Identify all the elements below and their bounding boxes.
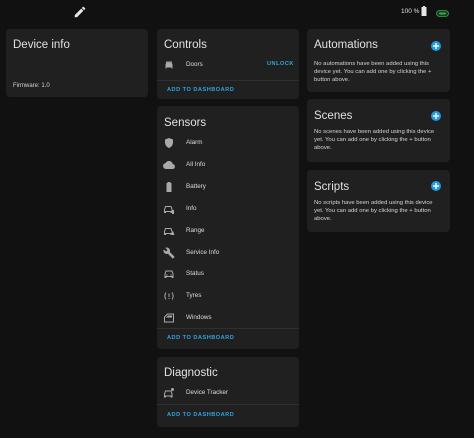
plus-icon <box>433 113 439 119</box>
scenes-empty-text: No scenes have been added using this dev… <box>314 129 435 152</box>
sensor-row-service-info[interactable]: Service Info <box>157 245 299 261</box>
controls-add-to-dashboard-button[interactable]: ADD TO DASHBOARD <box>167 87 234 93</box>
diagnostic-label-device-tracker: Device Tracker <box>186 389 228 396</box>
wrench-icon <box>163 247 175 259</box>
controls-title: Controls <box>164 39 207 51</box>
scripts-card: Scripts No scripts have been added using… <box>307 170 450 232</box>
sensor-row-range[interactable]: Range <box>157 223 299 239</box>
sensors-card: Sensors Alarm All Info Battery Info Rang… <box>157 106 299 349</box>
battery-full-icon <box>421 6 427 16</box>
device-info-title: Device info <box>13 39 70 51</box>
sensors-add-to-dashboard-button[interactable]: ADD TO DASHBOARD <box>167 335 234 341</box>
controls-divider <box>157 80 299 81</box>
controls-card: Controls Doors UNLOCK ADD TO DASHBOARD <box>157 29 299 99</box>
sensor-label-range: Range <box>186 227 205 234</box>
sensor-label-info: Info <box>186 205 197 212</box>
sensor-row-all-info[interactable]: All Info <box>157 157 299 173</box>
sensor-label-all-info: All Info <box>186 161 206 168</box>
battery-percentage: 100 % <box>401 8 420 15</box>
sensor-row-info[interactable]: Info <box>157 201 299 217</box>
add-automation-button[interactable] <box>431 41 441 51</box>
sensors-title: Sensors <box>164 117 207 129</box>
scripts-empty-text: No scripts have been added using this de… <box>314 200 433 223</box>
scenes-title: Scenes <box>314 110 353 122</box>
add-scene-button[interactable] <box>431 111 441 121</box>
car-range-icon <box>164 228 175 235</box>
sensor-row-battery[interactable]: Battery <box>157 179 299 195</box>
automations-card: Automations No automations have been add… <box>307 29 450 92</box>
car-info-icon <box>164 206 174 214</box>
sensor-row-alarm[interactable]: Alarm <box>157 135 299 151</box>
add-script-button[interactable] <box>431 181 441 191</box>
top-bar: 100 % <box>0 0 474 26</box>
sensor-row-windows[interactable]: Windows <box>157 310 299 326</box>
tire-pressure-icon <box>164 292 174 300</box>
shield-icon <box>165 138 173 148</box>
diagnostic-title: Diagnostic <box>164 367 218 379</box>
car-window-icon <box>164 313 174 323</box>
control-row-doors[interactable]: Doors UNLOCK <box>157 57 299 73</box>
sensor-label-battery: Battery <box>186 183 206 190</box>
car-door-icon <box>165 61 173 69</box>
sensor-label-status: Status <box>186 270 204 277</box>
pencil-icon[interactable] <box>73 5 87 19</box>
scenes-card: Scenes No scenes have been added using t… <box>307 99 450 162</box>
sensor-row-tyres[interactable]: Tyres <box>157 288 299 304</box>
automations-title: Automations <box>314 39 378 51</box>
cloud-icon <box>163 160 175 169</box>
automations-empty-text: No automations have been added using thi… <box>314 61 432 84</box>
sensor-label-tyres: Tyres <box>186 292 202 299</box>
diagnostic-add-to-dashboard-button[interactable]: ADD TO DASHBOARD <box>167 412 234 418</box>
car-badge-icon <box>436 10 449 17</box>
plus-icon <box>433 43 439 49</box>
car-status-icon <box>164 270 174 278</box>
control-label-doors: Doors <box>186 61 203 68</box>
diagnostic-row-device-tracker[interactable]: Device Tracker <box>157 385 299 401</box>
car-tracker-icon <box>164 388 174 398</box>
unlock-button[interactable]: UNLOCK <box>267 61 294 67</box>
scripts-title: Scripts <box>314 181 350 193</box>
device-info-card: Device info Firmware: 1.0 <box>6 29 148 97</box>
plus-icon <box>433 183 439 189</box>
car-battery-icon <box>166 182 172 192</box>
sensor-label-service-info: Service Info <box>186 249 220 256</box>
diagnostic-divider <box>157 404 299 405</box>
sensors-divider <box>157 328 299 329</box>
sensor-row-status[interactable]: Status <box>157 266 299 282</box>
diagnostic-card: Diagnostic Device Tracker ADD TO DASHBOA… <box>157 357 299 427</box>
sensor-label-alarm: Alarm <box>186 139 203 146</box>
sensor-label-windows: Windows <box>186 314 212 321</box>
firmware-version: Firmware: 1.0 <box>13 83 50 89</box>
